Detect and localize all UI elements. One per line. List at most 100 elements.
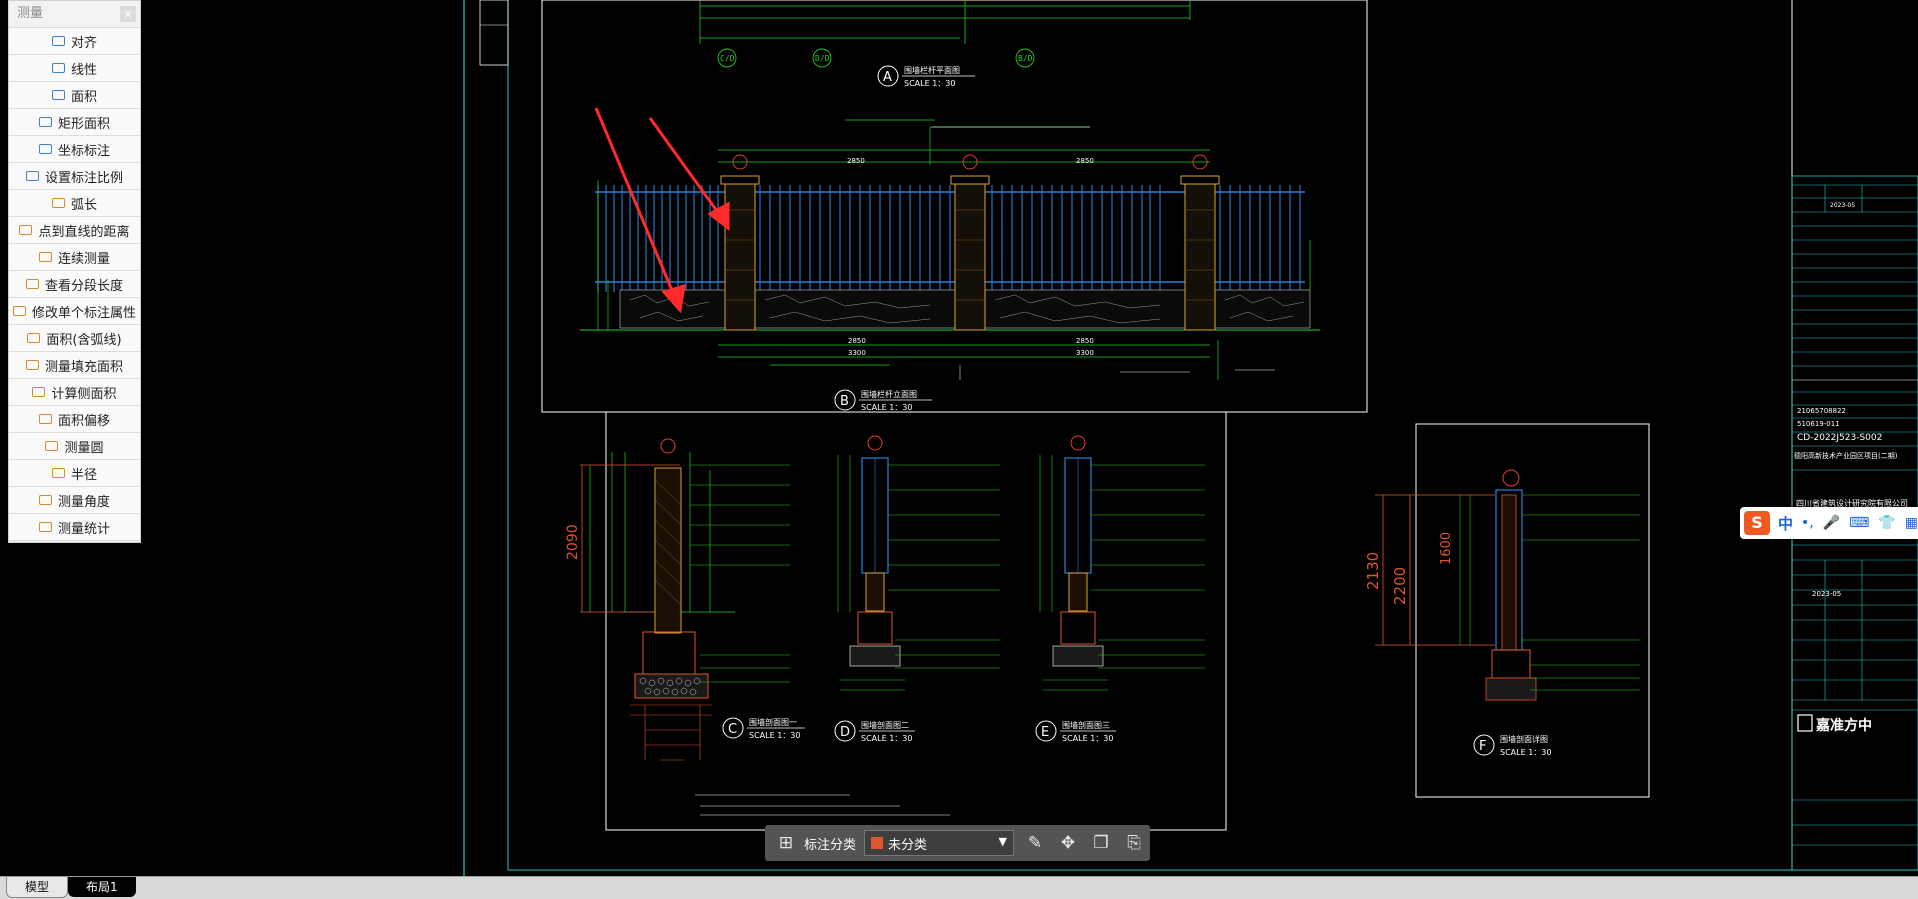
measure-area-offset-button[interactable]: 面积偏移	[9, 406, 140, 433]
panel-title-text: 测量	[17, 6, 44, 21]
title-c: C 围墙剖面图一 SCALE 1：30	[722, 717, 805, 740]
angle-icon	[38, 495, 52, 505]
sogou-logo-icon[interactable]: S	[1744, 511, 1770, 535]
svg-text:D/D: D/D	[815, 54, 830, 63]
section-e	[1039, 435, 1205, 691]
measure-rect-area-button[interactable]: 矩形面积	[9, 109, 140, 136]
skin-icon[interactable]: 👕	[1878, 515, 1895, 531]
elevation-b: 2850 2850 2850 2850 3300 3300	[580, 119, 1320, 380]
annotation-category-select[interactable]: 未分类 ▼	[864, 830, 1015, 856]
svg-text:3300: 3300	[1076, 349, 1094, 357]
area-icon	[51, 90, 65, 100]
svg-text:510619-011: 510619-011	[1797, 420, 1840, 428]
coordinate-icon	[38, 144, 52, 154]
svg-text:1600: 1600	[1439, 532, 1454, 565]
segment-icon	[25, 279, 39, 289]
svg-text:2850: 2850	[1076, 157, 1094, 165]
toolbox-icon[interactable]: ▦	[1905, 515, 1918, 531]
measure-panel: 测量 × 对齐 线性 面积 矩形面积 坐标标注 设置标注比例 弧长 点到直线的距…	[8, 0, 141, 543]
svg-text:嘉准方中: 嘉准方中	[1815, 717, 1872, 734]
measure-segment-button[interactable]: 查看分段长度	[9, 271, 140, 298]
measure-arc-length-button[interactable]: 弧长	[9, 190, 140, 217]
measure-circle-button[interactable]: 测量圆	[9, 433, 140, 460]
svg-text:D: D	[840, 725, 850, 740]
fill-area-icon	[25, 360, 39, 370]
ime-language-toggle[interactable]: 中	[1778, 513, 1793, 534]
microphone-icon[interactable]: 🎤	[1823, 515, 1840, 531]
svg-text:围墙栏杆立面图: 围墙栏杆立面图	[861, 389, 917, 399]
measure-set-scale-button[interactable]: 设置标注比例	[9, 163, 140, 190]
svg-text:A: A	[883, 70, 892, 85]
tab-layout1[interactable]: 布局1	[68, 877, 136, 897]
area-offset-icon	[38, 414, 52, 424]
svg-text:SCALE 1：30: SCALE 1：30	[1500, 748, 1551, 757]
section-d	[837, 435, 1000, 691]
edit-icon[interactable]: ✎	[1023, 831, 1047, 855]
edit-dim-icon	[12, 306, 26, 316]
copy-icon[interactable]: ❐	[1089, 831, 1113, 855]
circle-icon	[45, 441, 59, 451]
ime-toolbar: S 中 •, 🎤 ⌨ 👕 ▦	[1740, 507, 1918, 539]
move-icon[interactable]: ✥	[1056, 831, 1080, 855]
continuous-icon	[38, 252, 52, 262]
title-b: B 围墙栏杆立面图 SCALE 1：30	[834, 389, 932, 412]
measure-point-line-button[interactable]: 点到直线的距离	[9, 217, 140, 244]
svg-text:围墙剖面图三: 围墙剖面图三	[1062, 720, 1110, 730]
section-c: 2090	[565, 438, 790, 761]
svg-text:E: E	[1041, 725, 1049, 740]
svg-text:围墙剖面详图: 围墙剖面详图	[1500, 734, 1548, 744]
stats-icon	[38, 522, 52, 532]
paste-icon[interactable]: ⎘	[1122, 831, 1146, 855]
grid-menu-icon[interactable]: ⊞	[774, 831, 798, 855]
scale-icon	[25, 171, 39, 181]
measure-fill-area-button[interactable]: 测量填充面积	[9, 352, 140, 379]
svg-text:21065708822: 21065708822	[1797, 407, 1846, 415]
title-f: F 围墙剖面详图 SCALE 1：30	[1473, 734, 1551, 757]
measure-stats-button[interactable]: 测量统计	[9, 514, 140, 541]
svg-text:2130: 2130	[1364, 552, 1382, 590]
layout-tab-bar: 模型 布局1	[0, 876, 1918, 899]
svg-text:2850: 2850	[848, 337, 866, 345]
plan-a	[699, 0, 1191, 44]
measure-arc-area-button[interactable]: 面积(含弧线)	[9, 325, 140, 352]
title-d: D 围墙剖面图二 SCALE 1：30	[834, 720, 915, 743]
linear-icon	[51, 63, 65, 73]
svg-text:B: B	[840, 394, 849, 409]
category-selected-value: 未分类	[888, 837, 928, 853]
svg-text:围墙剖面图二: 围墙剖面图二	[861, 720, 909, 730]
svg-text:德阳高新技术产业园区项目(二期): 德阳高新技术产业园区项目(二期)	[1794, 451, 1898, 460]
plan-a-grid-markers	[717, 48, 1035, 68]
radius-icon	[51, 468, 65, 478]
svg-text:2023-05: 2023-05	[1812, 590, 1841, 598]
chevron-down-icon: ▼	[998, 835, 1008, 848]
close-icon[interactable]: ×	[120, 6, 136, 22]
svg-text:C: C	[728, 722, 737, 737]
arc-area-icon	[27, 333, 41, 343]
measure-align-button[interactable]: 对齐	[9, 28, 140, 55]
measure-edit-dim-button[interactable]: 修改单个标注属性	[9, 298, 140, 325]
svg-text:F: F	[1479, 739, 1486, 754]
svg-text:SCALE 1：30: SCALE 1：30	[1062, 734, 1113, 743]
svg-text:CD-2022J523-S002: CD-2022J523-S002	[1797, 433, 1882, 443]
svg-text:围墙栏杆平面图: 围墙栏杆平面图	[904, 65, 960, 75]
measure-radius-button[interactable]: 半径	[9, 460, 140, 487]
measure-linear-button[interactable]: 线性	[9, 55, 140, 82]
arc-icon	[51, 198, 65, 208]
svg-text:SCALE 1：30: SCALE 1：30	[861, 734, 912, 743]
measure-side-area-button[interactable]: 计算侧面积	[9, 379, 140, 406]
keyboard-icon[interactable]: ⌨	[1849, 515, 1869, 531]
measure-coordinate-button[interactable]: 坐标标注	[9, 136, 140, 163]
cad-drawing-canvas[interactable]: C/D D/D B/D A 围墙栏杆平面图 SCALE 1：30 2850 2850	[0, 0, 1918, 876]
measure-area-button[interactable]: 面积	[9, 82, 140, 109]
annotation-toolbar: ⊞ 标注分类 未分类 ▼ ✎ ✥ ❐ ⎘	[765, 825, 1150, 861]
measure-continuous-button[interactable]: 连续测量	[9, 244, 140, 271]
svg-text:C/D: C/D	[720, 54, 735, 63]
svg-text:2850: 2850	[847, 157, 865, 165]
svg-text:2090: 2090	[565, 524, 581, 560]
measure-angle-button[interactable]: 测量角度	[9, 487, 140, 514]
svg-text:2200: 2200	[1391, 567, 1409, 605]
tab-model[interactable]: 模型	[6, 877, 69, 898]
ime-punctuation-toggle[interactable]: •,	[1801, 515, 1814, 531]
svg-text:SCALE 1：30: SCALE 1：30	[749, 731, 800, 740]
svg-text:B/D: B/D	[1018, 54, 1033, 63]
